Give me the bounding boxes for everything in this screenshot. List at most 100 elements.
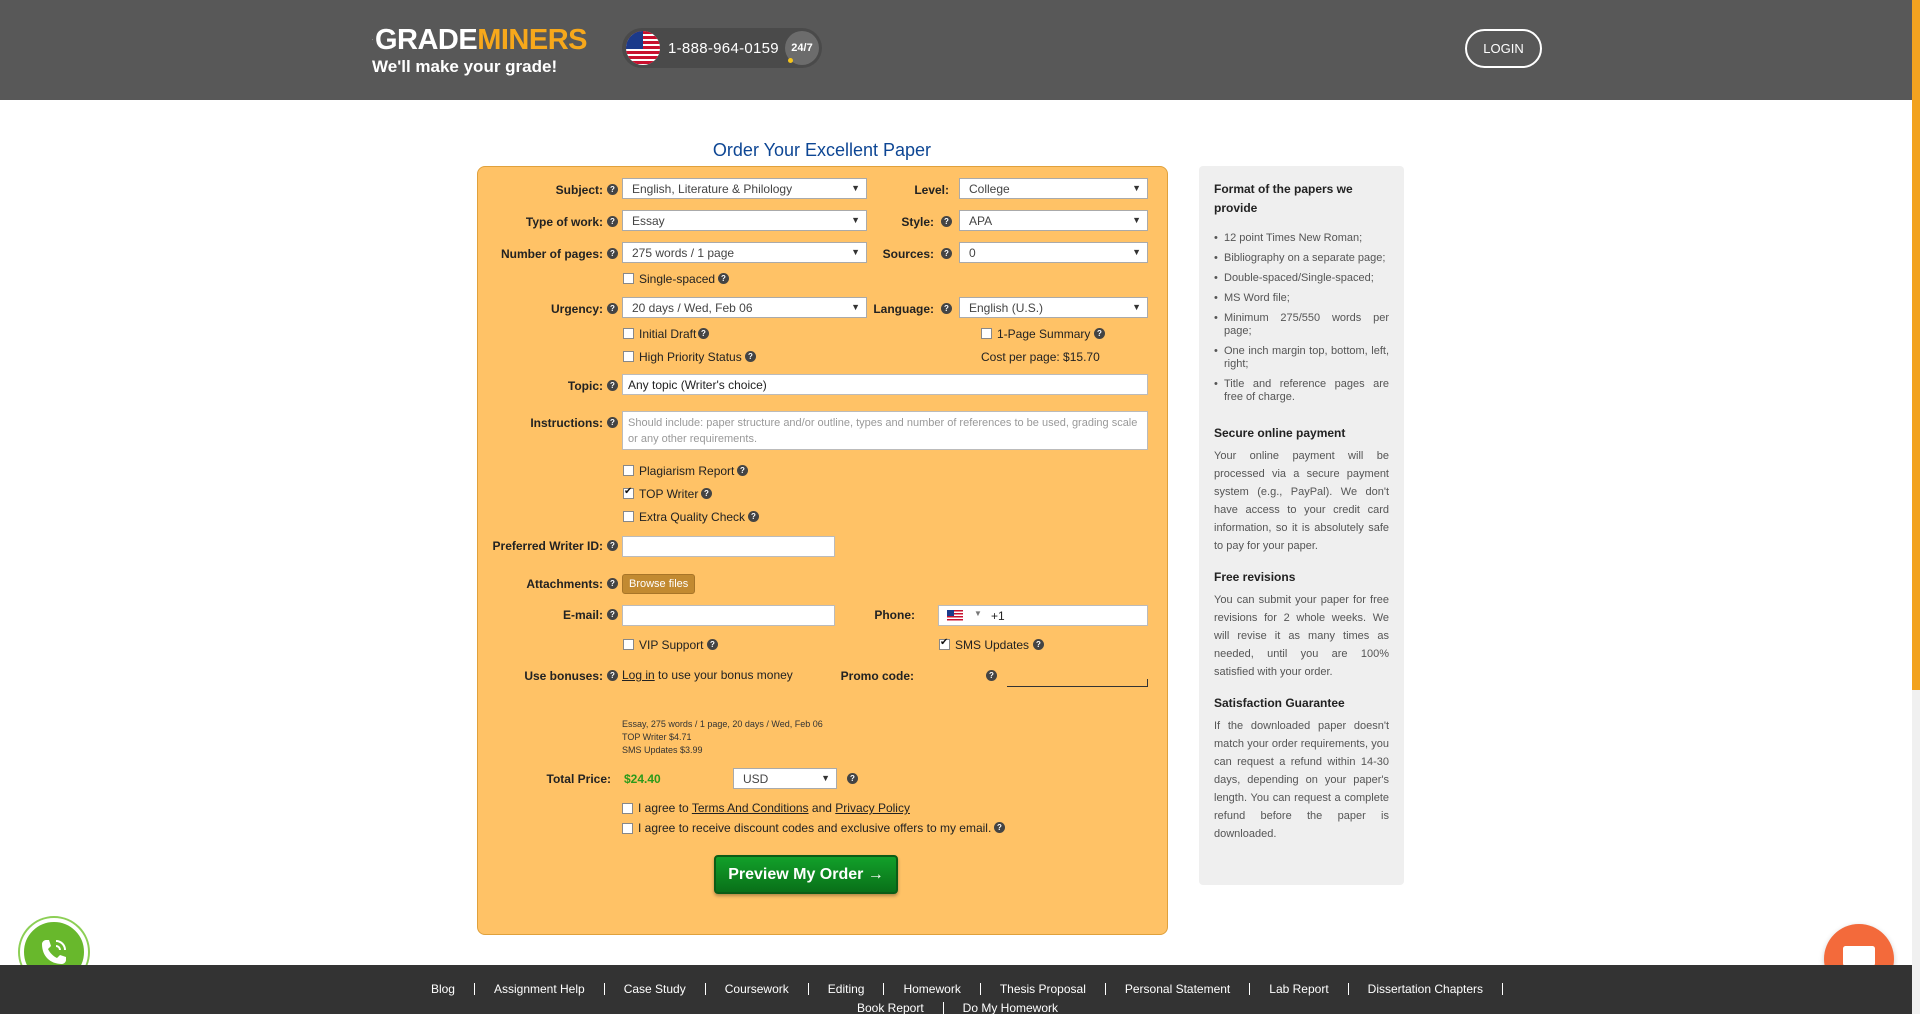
attachments-help-icon[interactable]: ? — [607, 578, 618, 589]
topic-help-icon[interactable]: ? — [607, 380, 618, 391]
footer-link-blog[interactable]: Blog — [412, 983, 475, 995]
level-select[interactable]: College▼ — [959, 178, 1148, 199]
us-flag-icon[interactable] — [947, 610, 963, 621]
agree-terms-checkbox[interactable] — [622, 803, 633, 814]
initial-draft-checkbox[interactable] — [623, 328, 634, 339]
footer-link-assignment-help[interactable]: Assignment Help — [475, 983, 605, 995]
extra-quality-help-icon[interactable]: ? — [748, 511, 759, 522]
preview-order-button[interactable]: Preview My Order → — [714, 855, 898, 894]
instructions-help-icon[interactable]: ? — [607, 417, 618, 428]
topic-input[interactable]: Any topic (Writer's choice) — [622, 374, 1148, 395]
dropdown-arrow-icon: ▼ — [1132, 215, 1141, 225]
phone-label: Phone: — [795, 608, 915, 622]
preferred-writer-help-icon[interactable]: ? — [607, 540, 618, 551]
top-writer-checkbox[interactable] — [623, 488, 634, 499]
bonuses-text: Log in to use your bonus money — [622, 668, 793, 682]
footer-link-case-study[interactable]: Case Study — [605, 983, 706, 995]
subject-help-icon[interactable]: ? — [607, 184, 618, 195]
level-label: Level: — [829, 183, 949, 197]
order-form-title: Order Your Excellent Paper — [477, 140, 1167, 161]
terms-link[interactable]: Terms And Conditions — [692, 801, 809, 815]
plagiarism-report-checkbox[interactable] — [623, 465, 634, 476]
pages-help-icon[interactable]: ? — [607, 248, 618, 259]
type-value: Essay — [632, 214, 665, 228]
vip-support-label: VIP Support — [639, 638, 704, 652]
scrollbar-thumb[interactable] — [1912, 0, 1920, 690]
agree-discount-checkbox[interactable] — [622, 823, 633, 834]
footer-link-thesis-proposal[interactable]: Thesis Proposal — [981, 983, 1106, 995]
country-chevron-icon[interactable]: ▼ — [974, 609, 982, 618]
one-page-summary-checkbox[interactable] — [981, 328, 992, 339]
language-select[interactable]: English (U.S.)▼ — [959, 297, 1148, 318]
footer-link-coursework[interactable]: Coursework — [706, 983, 809, 995]
currency-help-icon[interactable]: ? — [847, 773, 858, 784]
vip-support-checkbox[interactable] — [623, 639, 634, 650]
dropdown-arrow-icon: ▼ — [821, 773, 830, 783]
bonuses-help-icon[interactable]: ? — [607, 670, 618, 681]
bonuses-description: to use your bonus money — [658, 668, 793, 682]
footer-link-dissertation-chapters[interactable]: Dissertation Chapters — [1349, 983, 1503, 995]
page-scrollbar[interactable] — [1912, 0, 1920, 1014]
sources-select[interactable]: 0▼ — [959, 242, 1148, 263]
type-help-icon[interactable]: ? — [607, 216, 618, 227]
footer-link-book-report[interactable]: Book Report — [838, 1002, 944, 1014]
high-priority-checkbox[interactable] — [623, 351, 634, 362]
promo-code-input[interactable] — [1007, 679, 1148, 687]
privacy-link[interactable]: Privacy Policy — [835, 801, 910, 815]
bonuses-label: Use bonuses: — [478, 669, 603, 683]
footer-link-do-my-homework[interactable]: Do My Homework — [944, 1002, 1077, 1014]
urgency-help-icon[interactable]: ? — [607, 303, 618, 314]
format-item: Double-spaced/Single-spaced; — [1214, 272, 1389, 285]
plagiarism-report-label: Plagiarism Report — [639, 464, 734, 478]
extra-quality-checkbox[interactable] — [623, 511, 634, 522]
total-price-value: $24.40 — [624, 772, 661, 786]
single-spaced-checkbox[interactable] — [623, 273, 634, 284]
payment-text: Your online payment will be processed vi… — [1214, 447, 1389, 555]
revisions-text: You can submit your paper for free revis… — [1214, 591, 1389, 681]
preferred-writer-input[interactable] — [622, 536, 835, 557]
language-help-icon[interactable]: ? — [941, 303, 952, 314]
instructions-label: Instructions: — [478, 416, 603, 430]
header-phone[interactable]: 1-888-964-0159 24/7 — [622, 28, 822, 68]
footer-link-editing[interactable]: Editing — [809, 983, 885, 995]
promo-help-icon[interactable]: ? — [986, 670, 997, 681]
format-item: Bibliography on a separate page; — [1214, 252, 1389, 265]
style-select[interactable]: APA▼ — [959, 210, 1148, 231]
footer-link-homework[interactable]: Homework — [884, 983, 980, 995]
attachments-label: Attachments: — [478, 577, 603, 591]
phone-input[interactable]: ▼ +1 — [938, 605, 1148, 626]
site-logo[interactable]: GRADEMINERS We'll make your grade! — [372, 24, 587, 80]
currency-select[interactable]: USD▼ — [733, 768, 837, 789]
footer-nav: Blog Assignment Help Case Study Coursewo… — [375, 983, 1540, 1021]
guarantee-text: If the downloaded paper doesn't match yo… — [1214, 717, 1389, 843]
pages-value: 275 words / 1 page — [632, 246, 734, 260]
instructions-textarea[interactable]: Should include: paper structure and/or o… — [622, 411, 1148, 450]
plagiarism-help-icon[interactable]: ? — [737, 465, 748, 476]
sms-updates-checkbox[interactable] — [939, 639, 950, 650]
style-help-icon[interactable]: ? — [941, 216, 952, 227]
phone-number[interactable]: 1-888-964-0159 — [668, 40, 779, 57]
sources-help-icon[interactable]: ? — [941, 248, 952, 259]
high-priority-help-icon[interactable]: ? — [745, 351, 756, 362]
site-header: GRADEMINERS We'll make your grade! 1-888… — [0, 0, 1912, 100]
summary-line: Essay, 275 words / 1 page, 20 days / Wed… — [622, 718, 823, 731]
bonus-login-link[interactable]: Log in — [622, 668, 655, 682]
subject-label: Subject: — [478, 183, 603, 197]
login-button[interactable]: LOGIN — [1465, 29, 1542, 68]
browse-files-button[interactable]: Browse files — [622, 574, 695, 594]
top-writer-help-icon[interactable]: ? — [701, 488, 712, 499]
discount-help-icon[interactable]: ? — [994, 822, 1005, 833]
footer-link-personal-statement[interactable]: Personal Statement — [1106, 983, 1250, 995]
footer-link-lab-report[interactable]: Lab Report — [1250, 983, 1348, 995]
initial-draft-help-icon[interactable]: ? — [698, 328, 709, 339]
format-list: 12 point Times New Roman; Bibliography o… — [1214, 232, 1389, 404]
order-summary: Essay, 275 words / 1 page, 20 days / Wed… — [622, 718, 823, 757]
email-help-icon[interactable]: ? — [607, 609, 618, 620]
single-spaced-help-icon[interactable]: ? — [718, 273, 729, 284]
vip-support-help-icon[interactable]: ? — [707, 639, 718, 650]
format-item: Minimum 275/550 words per page; — [1214, 312, 1389, 338]
one-page-summary-help-icon[interactable]: ? — [1094, 328, 1105, 339]
info-sidebar: Format of the papers we provide 12 point… — [1199, 166, 1404, 885]
logo-word-miners: MINERS — [477, 24, 587, 57]
sms-updates-help-icon[interactable]: ? — [1033, 639, 1044, 650]
